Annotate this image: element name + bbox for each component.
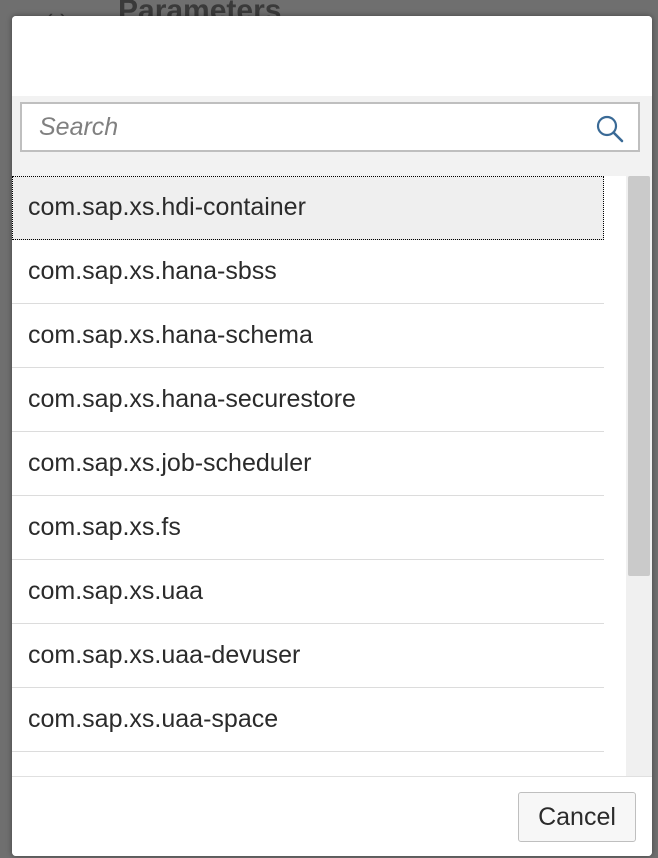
- list-item[interactable]: com.sap.xs.hana-securestore: [12, 368, 604, 432]
- list-item[interactable]: com.sap.xs.fs: [12, 496, 604, 560]
- list-item-label: com.sap.xs.uaa-devuser: [28, 641, 301, 669]
- list-item-label: com.sap.xs.uaa-space: [28, 705, 279, 733]
- list-item[interactable]: com.sap.xs.uaa-space: [12, 688, 604, 752]
- list-item-label: com.sap.xs.uaa: [28, 577, 204, 605]
- list-item-label: com.sap.xs.hana-sbss: [28, 257, 277, 285]
- dialog-header: [12, 16, 652, 96]
- dialog-footer: Cancel: [12, 776, 652, 856]
- list-item[interactable]: com.sap.xs.uaa-devuser: [12, 624, 604, 688]
- list-item[interactable]: com.sap.xs.uaa: [12, 560, 604, 624]
- list-item-label: com.sap.xs.hana-securestore: [28, 385, 356, 413]
- list-item-label: com.sap.xs.fs: [28, 513, 181, 541]
- dialog-subheader: [12, 96, 652, 176]
- list-item[interactable]: com.sap.xs.hana-sbss: [12, 240, 604, 304]
- list-item[interactable]: com.sap.xs.hana-schema: [12, 304, 604, 368]
- item-list: com.sap.xs.hdi-container com.sap.xs.hana-…: [12, 176, 604, 752]
- search-field: [20, 102, 640, 152]
- search-icon[interactable]: [595, 114, 625, 144]
- list-item[interactable]: com.sap.xs.job-scheduler: [12, 432, 604, 496]
- list-area: com.sap.xs.hdi-container com.sap.xs.hana-…: [12, 176, 652, 776]
- select-dialog: com.sap.xs.hdi-container com.sap.xs.hana-…: [12, 16, 652, 856]
- scrollbar-track[interactable]: [626, 176, 652, 776]
- scrollbar-thumb[interactable]: [628, 176, 650, 576]
- list-item-label: com.sap.xs.job-scheduler: [28, 449, 312, 477]
- list-item[interactable]: com.sap.xs.hdi-container: [12, 176, 604, 240]
- cancel-button[interactable]: Cancel: [518, 792, 636, 842]
- search-input[interactable]: [22, 104, 582, 150]
- list-item-label: com.sap.xs.hana-schema: [28, 321, 313, 349]
- list-item-label: com.sap.xs.hdi-container: [28, 193, 306, 221]
